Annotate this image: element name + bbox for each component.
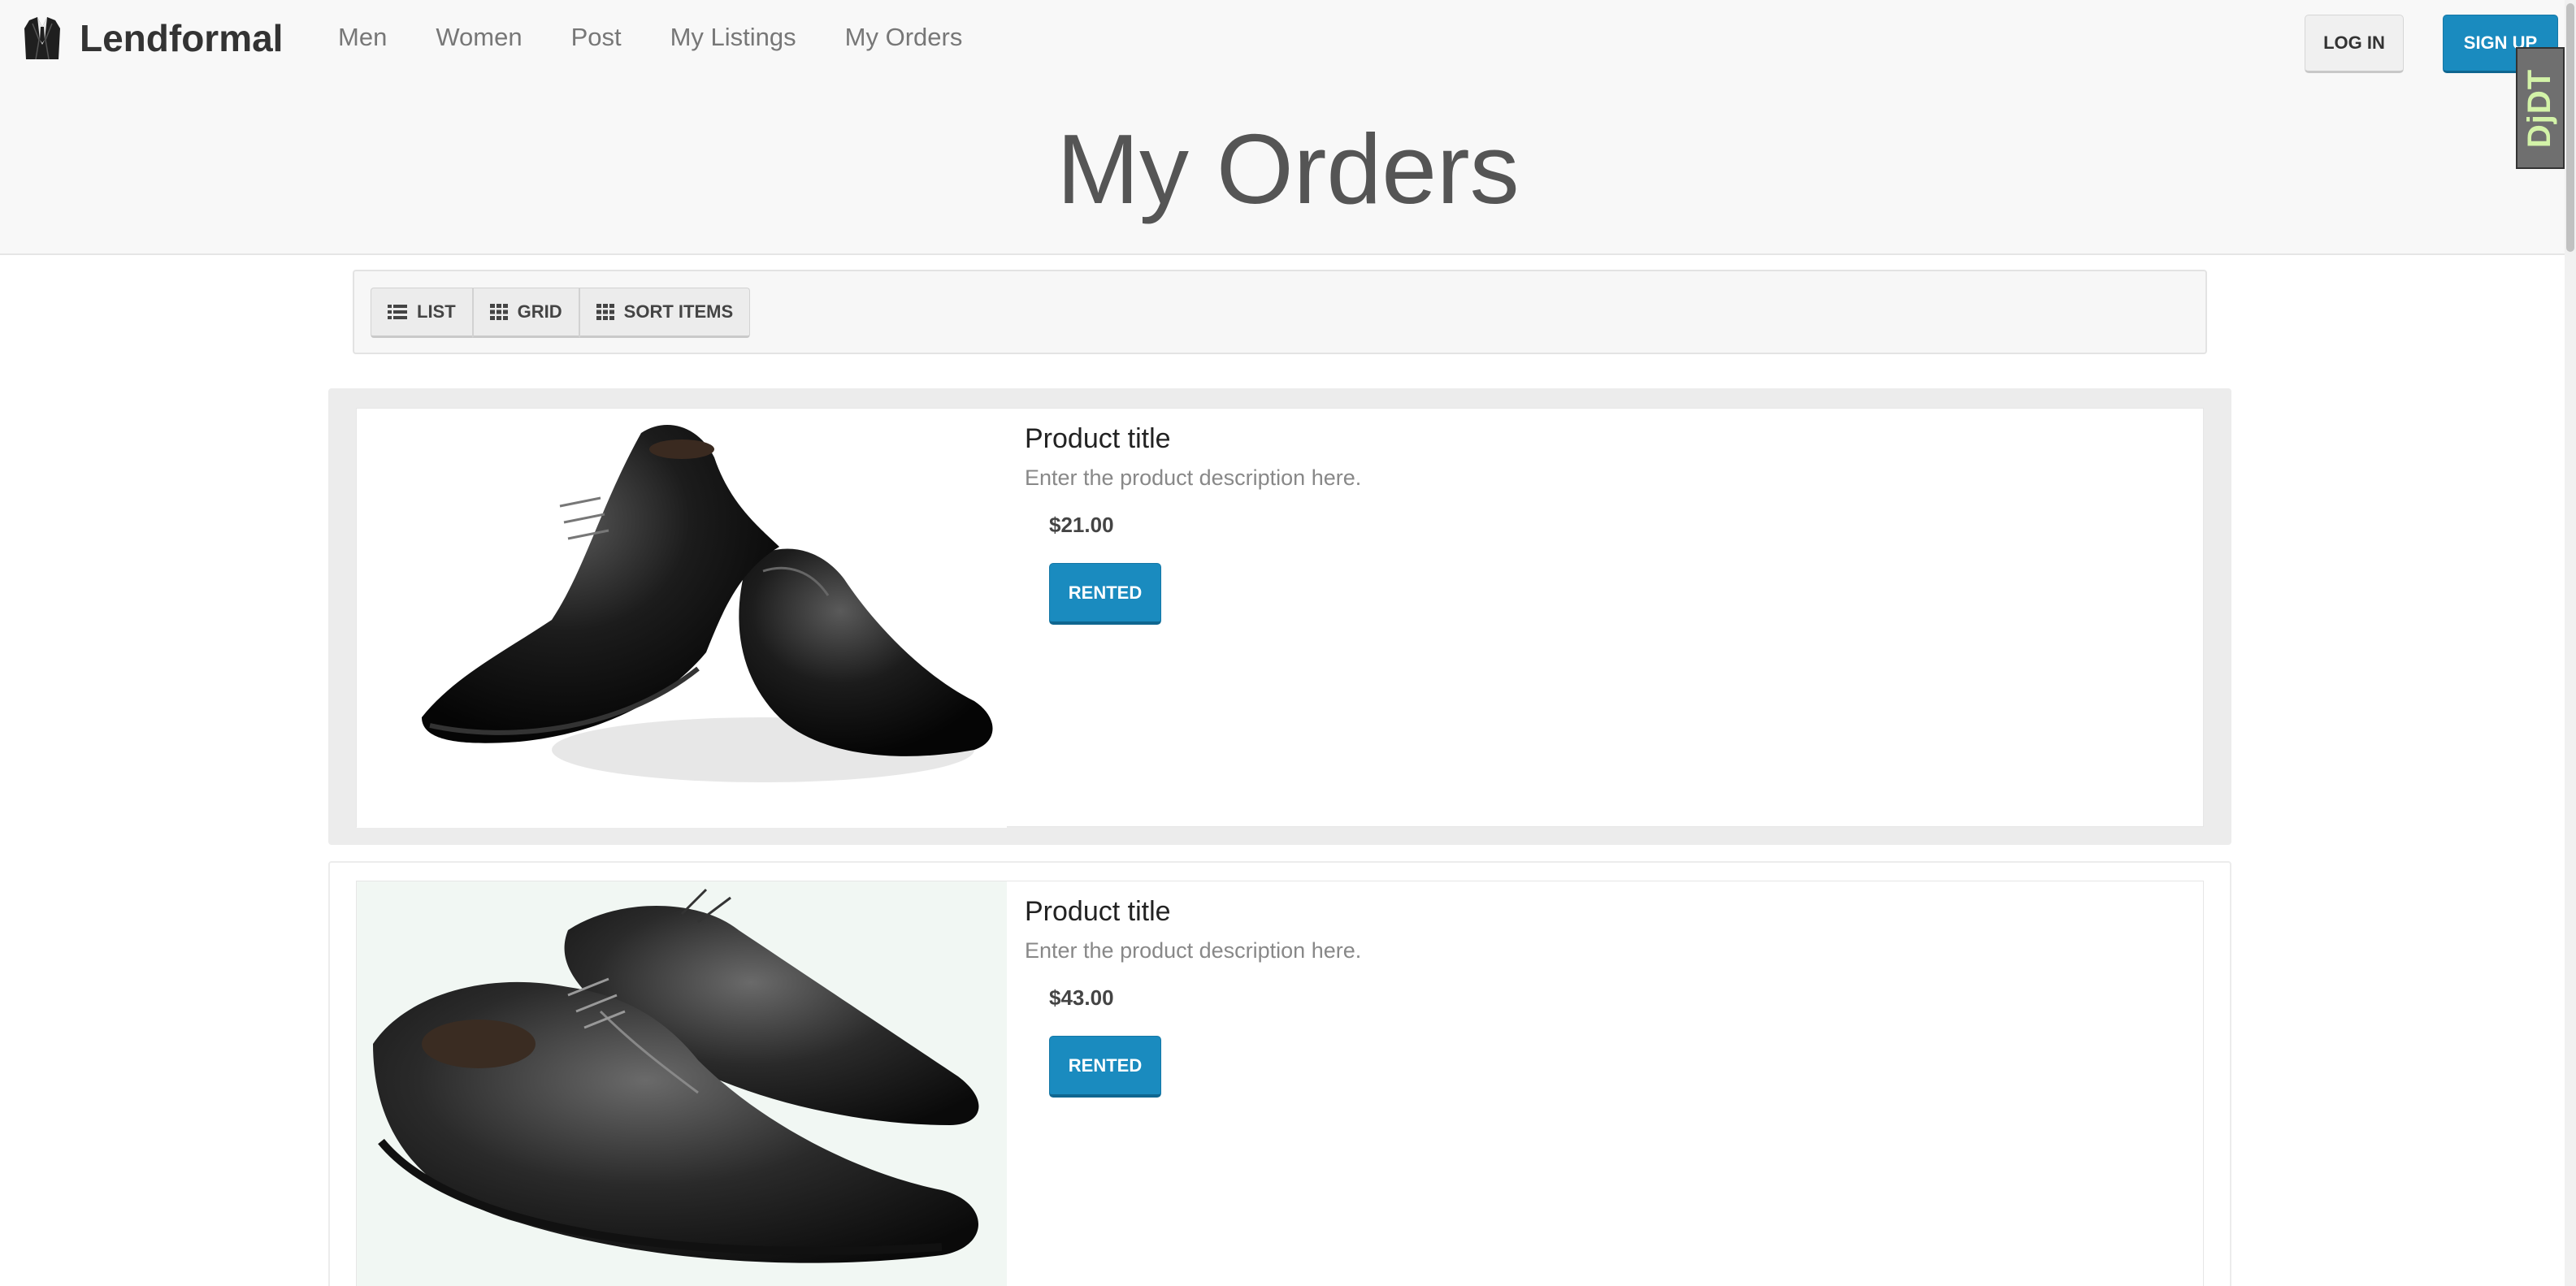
black-loafer-shoes-image	[373, 888, 979, 1263]
suit-jacket-icon	[24, 17, 60, 60]
page-title: My Orders	[1056, 114, 1520, 224]
view-button-group: LIST GRID SORT ITEMS	[371, 288, 751, 338]
main-nav: Men Women Post My Listings My Orders	[338, 19, 1011, 55]
product-price: $21.00	[1049, 513, 1114, 537]
nav-link-post[interactable]: Post	[571, 19, 622, 55]
brand[interactable]: Lendformal	[23, 11, 283, 65]
brand-name: Lendformal	[80, 17, 284, 59]
view-toolbar: LIST GRID SORT ITEMS	[353, 270, 2207, 354]
list-view-label: LIST	[417, 301, 456, 322]
product-image[interactable]	[357, 881, 1007, 1286]
list-icon	[388, 305, 407, 319]
black-oxford-shoes-image	[422, 425, 993, 782]
scrollbar-thumb[interactable]	[2566, 3, 2574, 252]
product-title[interactable]: Product title	[1025, 896, 1171, 928]
navbar: Lendformal Men Women Post My Listings My…	[0, 0, 2576, 78]
product-description: Enter the product description here.	[1025, 465, 1362, 490]
debug-toolbar-handle[interactable]: DjDT	[2516, 47, 2565, 169]
rented-button[interactable]: RENTED	[1049, 1036, 1161, 1098]
product-card-body: Product title Enter the product descript…	[356, 408, 2204, 828]
sort-items-button[interactable]: SORT ITEMS	[579, 288, 751, 338]
product-card-body: Product title Enter the product descript…	[356, 881, 2204, 1286]
grid-view-button[interactable]: GRID	[472, 288, 579, 338]
nav-link-men[interactable]: Men	[338, 19, 387, 55]
product-image[interactable]	[357, 409, 1007, 828]
debug-toolbar-label: DjDT	[2522, 68, 2558, 148]
sort-items-label: SORT ITEMS	[623, 301, 734, 322]
nav-link-my-listings[interactable]: My Listings	[670, 19, 796, 55]
list-view-button[interactable]: LIST	[371, 288, 473, 338]
header: Lendformal Men Women Post My Listings My…	[0, 0, 2576, 255]
grid-icon	[489, 304, 508, 320]
product-card: Product title Enter the product descript…	[328, 861, 2231, 1286]
product-price: $43.00	[1049, 985, 1114, 1010]
rented-button[interactable]: RENTED	[1049, 563, 1161, 625]
grid-icon	[596, 304, 614, 320]
grid-view-label: GRID	[517, 301, 562, 322]
product-card: Product title Enter the product descript…	[328, 388, 2231, 845]
page: Lendformal Men Women Post My Listings My…	[0, 0, 2576, 1286]
product-title[interactable]: Product title	[1025, 423, 1171, 455]
login-button[interactable]: LOG IN	[2305, 15, 2404, 73]
nav-link-women[interactable]: Women	[436, 19, 522, 55]
nav-link-my-orders[interactable]: My Orders	[845, 19, 963, 55]
product-description: Enter the product description here.	[1025, 938, 1362, 963]
